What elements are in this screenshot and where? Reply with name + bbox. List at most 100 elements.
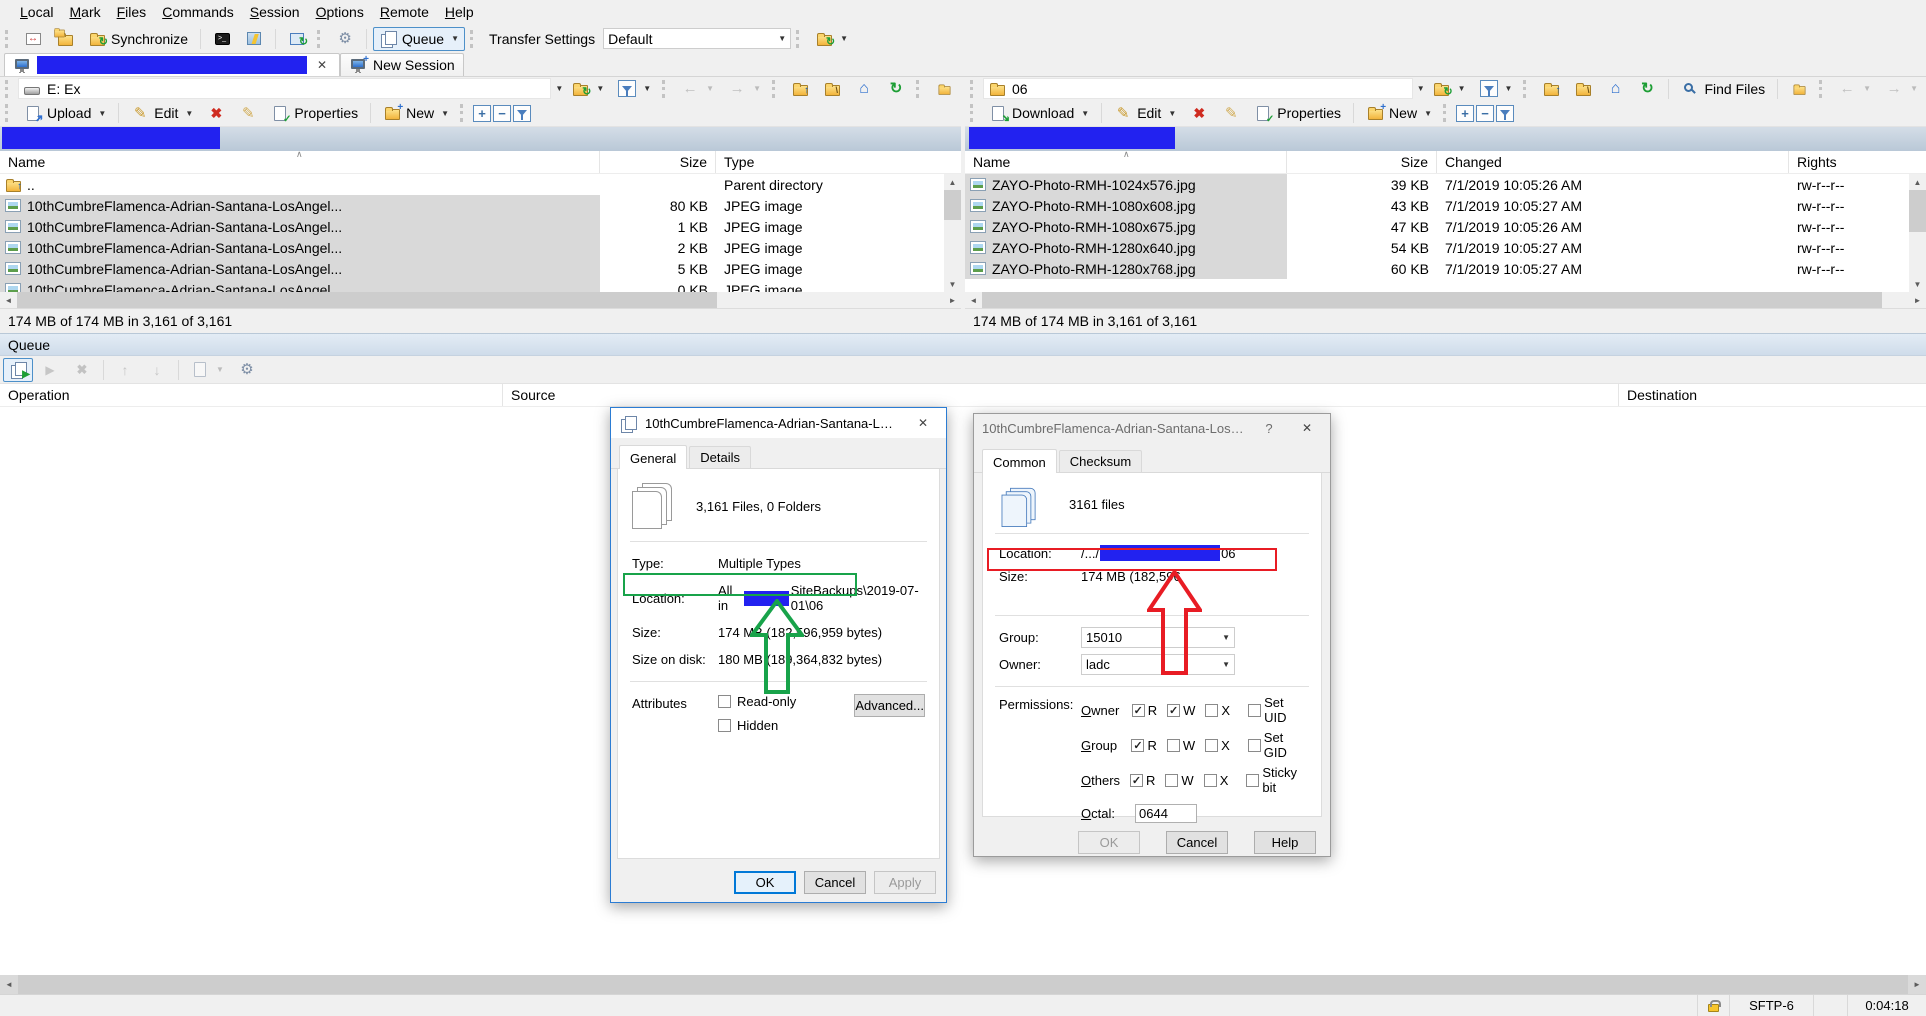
protocol-cell[interactable]: SFTP-6 <box>1730 995 1814 1016</box>
scrollbar-thumb[interactable] <box>18 975 1908 994</box>
local-horizontal-scrollbar[interactable] <box>0 292 961 308</box>
scrollbar-thumb[interactable] <box>1909 190 1926 232</box>
hidden-checkbox-row[interactable]: Hidden <box>718 718 796 733</box>
queue-toggle-button[interactable]: Queue <box>373 27 465 51</box>
toolbar-grip[interactable] <box>916 80 924 98</box>
others-read-checkbox[interactable] <box>1130 774 1143 787</box>
scroll-down-icon[interactable] <box>944 276 961 292</box>
root-directory-button[interactable] <box>817 77 847 101</box>
cancel-button[interactable]: Cancel <box>1166 831 1228 854</box>
column-header-name[interactable]: Name <box>0 151 600 173</box>
column-header-changed[interactable]: Changed <box>1437 151 1789 173</box>
apply-button[interactable]: Apply <box>874 871 936 894</box>
scrollbar-thumb[interactable] <box>17 292 717 308</box>
toolbar-grip[interactable] <box>470 30 478 48</box>
refresh-panel-button[interactable] <box>881 77 911 101</box>
toolbar-grip[interactable] <box>970 104 978 122</box>
remote-path-label[interactable] <box>965 127 1926 151</box>
column-header-destination[interactable]: Destination <box>1619 384 1926 406</box>
toolbar-grip[interactable] <box>460 104 468 122</box>
tree-toggle-button[interactable] <box>929 77 959 101</box>
column-header-operation[interactable]: Operation <box>0 384 503 406</box>
home-directory-button[interactable] <box>849 77 879 101</box>
toolbar-grip[interactable] <box>1523 80 1531 98</box>
menu-remote[interactable]: Remote <box>372 2 437 22</box>
tab-general[interactable]: General <box>619 445 687 469</box>
close-icon[interactable] <box>908 408 938 438</box>
properties-button[interactable]: Properties <box>1248 101 1347 125</box>
synchronize-button[interactable]: Synchronize <box>82 27 194 51</box>
remote-directory-combo[interactable]: 06 <box>983 78 1413 99</box>
toolbar-grip[interactable] <box>772 80 780 98</box>
upload-button[interactable]: Upload <box>18 101 112 125</box>
scrollbar-thumb[interactable] <box>944 190 961 220</box>
group-write-checkbox[interactable] <box>1167 739 1180 752</box>
toolbar-grip[interactable] <box>5 80 13 98</box>
rename-button[interactable] <box>233 101 263 125</box>
file-row[interactable]: 10thCumbreFlamenca-Adrian-Santana-LosAng… <box>0 216 944 237</box>
new-session-tab[interactable]: New Session <box>340 53 464 76</box>
queue-preferences-button[interactable] <box>232 358 262 382</box>
menu-help[interactable]: Help <box>437 2 482 22</box>
rename-button[interactable] <box>1216 101 1246 125</box>
set-uid-checkbox[interactable] <box>1248 704 1261 717</box>
others-execute-checkbox[interactable] <box>1204 774 1217 787</box>
selection-filter-icon[interactable] <box>513 105 531 122</box>
owner-read-checkbox[interactable] <box>1132 704 1145 717</box>
dialog-title-bar[interactable]: 10thCumbreFlamenca-Adrian-Santana-LosAng… <box>611 408 946 438</box>
filter-button[interactable] <box>612 77 657 101</box>
local-drive-combo[interactable]: E: Ex <box>18 78 551 99</box>
queue-move-up-button[interactable] <box>110 358 140 382</box>
edit-button[interactable]: Edit <box>125 101 199 125</box>
group-read-checkbox[interactable] <box>1131 739 1144 752</box>
column-header-source[interactable]: Source <box>503 384 1619 406</box>
cancel-button[interactable]: Cancel <box>804 871 866 894</box>
toolbar-grip[interactable] <box>662 80 670 98</box>
delete-button[interactable] <box>201 101 231 125</box>
preferences-button[interactable] <box>330 27 360 51</box>
open-in-putty-button[interactable] <box>239 27 269 51</box>
refresh-button[interactable] <box>282 27 312 51</box>
file-row[interactable]: 10thCumbreFlamenca-Adrian-Santana-LosAng… <box>0 279 944 292</box>
file-row[interactable]: ZAYO-Photo-RMH-1280x640.jpg 54 KB 7/1/20… <box>965 237 1909 258</box>
scroll-down-icon[interactable] <box>1909 276 1926 292</box>
open-directory-button[interactable] <box>565 77 610 101</box>
file-row[interactable]: 10thCumbreFlamenca-Adrian-Santana-LosAng… <box>0 258 944 279</box>
queue-move-down-button[interactable] <box>142 358 172 382</box>
windows-properties-dialog[interactable]: 10thCumbreFlamenca-Adrian-Santana-LosAng… <box>610 407 947 903</box>
toolbar-grip[interactable] <box>1443 104 1451 122</box>
tab-checksum[interactable]: Checksum <box>1059 450 1142 472</box>
open-directory-button[interactable] <box>1427 77 1472 101</box>
open-console-button[interactable] <box>207 27 237 51</box>
transfer-settings-combo[interactable]: Default <box>603 28 791 49</box>
scroll-right-icon[interactable] <box>944 292 961 308</box>
filter-button[interactable] <box>1474 77 1519 101</box>
toolbar-grip[interactable] <box>796 30 804 48</box>
toolbar-grip[interactable] <box>1819 80 1827 98</box>
encryption-cell[interactable] <box>1698 995 1730 1016</box>
owner-execute-checkbox[interactable] <box>1205 704 1218 717</box>
scroll-left-icon[interactable] <box>0 977 18 993</box>
toolbar-grip[interactable] <box>970 80 978 98</box>
refresh-panel-button[interactable] <box>1632 77 1662 101</box>
toolbar-grip[interactable] <box>317 30 325 48</box>
scroll-left-icon[interactable] <box>965 292 982 308</box>
home-directory-button[interactable] <box>1600 77 1630 101</box>
unselect-files-button[interactable]: − <box>493 105 511 122</box>
menu-commands[interactable]: Commands <box>154 2 242 22</box>
file-row[interactable]: ZAYO-Photo-RMH-1024x576.jpg 39 KB 7/1/20… <box>965 174 1909 195</box>
menu-files[interactable]: Files <box>109 2 155 22</box>
local-path-label[interactable] <box>0 127 961 151</box>
root-directory-button[interactable] <box>1568 77 1598 101</box>
remote-vertical-scrollbar[interactable] <box>1909 174 1926 292</box>
chevron-down-icon[interactable] <box>555 84 563 93</box>
column-header-size[interactable]: Size <box>1287 151 1437 173</box>
scroll-up-icon[interactable] <box>1909 174 1926 190</box>
forward-button[interactable] <box>1879 77 1924 101</box>
file-row[interactable]: 10thCumbreFlamenca-Adrian-Santana-LosAng… <box>0 195 944 216</box>
parent-directory-button[interactable] <box>785 77 815 101</box>
parent-directory-button[interactable] <box>1536 77 1566 101</box>
file-row[interactable]: ZAYO-Photo-RMH-1080x608.jpg 43 KB 7/1/20… <box>965 195 1909 216</box>
scroll-left-icon[interactable] <box>0 292 17 308</box>
set-gid-checkbox[interactable] <box>1248 739 1261 752</box>
